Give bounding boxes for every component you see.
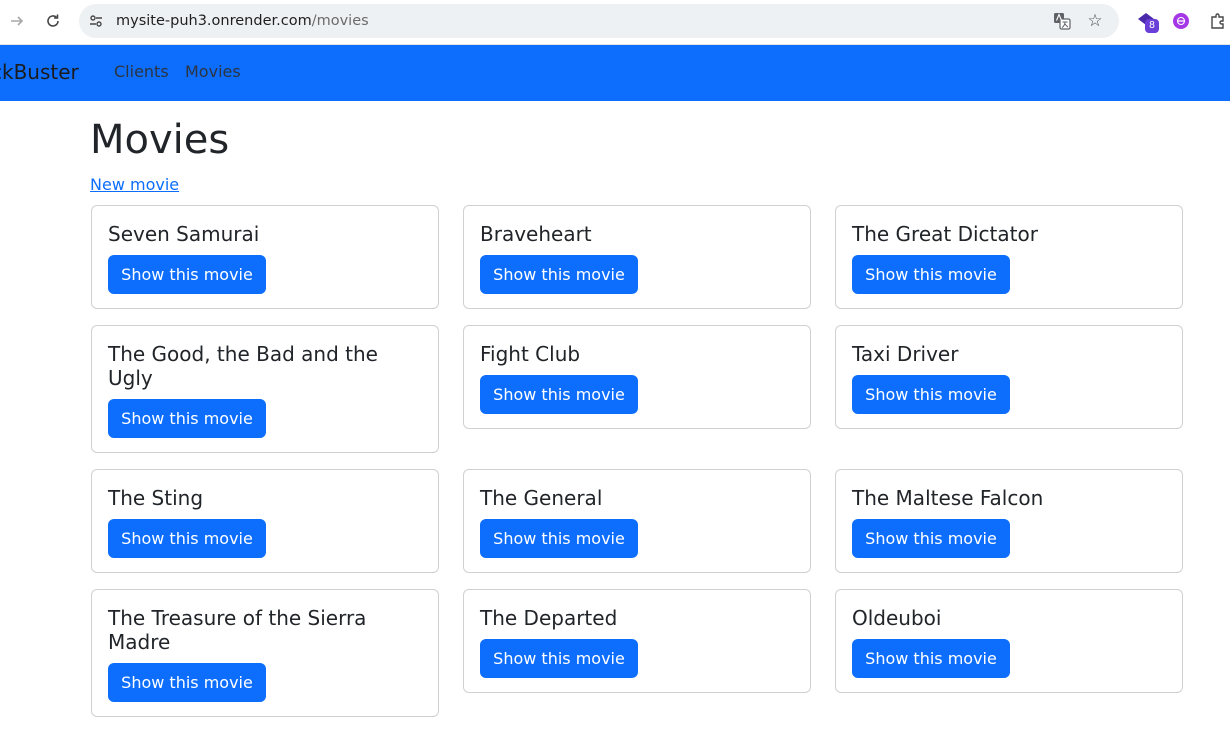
movie-title: The General: [480, 486, 603, 510]
movie-title: Oldeuboi: [852, 606, 942, 630]
nav-link-clients[interactable]: Clients: [114, 62, 169, 82]
show-movie-button[interactable]: Show this movie: [852, 375, 1010, 414]
browser-toolbar: mysite-puh3.onrender.com/movies ☆ 8: [0, 0, 1230, 45]
show-movie-button[interactable]: Show this movie: [108, 519, 266, 558]
url-text: mysite-puh3.onrender.com/movies: [116, 11, 369, 31]
show-movie-button[interactable]: Show this movie: [480, 255, 638, 294]
translate-icon[interactable]: [1053, 12, 1071, 30]
movie-card: The Great Dictator Show this movie: [835, 205, 1183, 309]
movie-title: The Good, the Bad and the Ugly: [108, 342, 378, 390]
movie-card: The General Show this movie: [463, 469, 811, 573]
star-icon[interactable]: ☆: [1085, 11, 1105, 31]
show-movie-button[interactable]: Show this movie: [852, 519, 1010, 558]
movie-card: The Maltese Falcon Show this movie: [835, 469, 1183, 573]
back-arrow-icon[interactable]: [5, 9, 29, 33]
url-path: /movies: [311, 13, 369, 29]
movie-title: Taxi Driver: [852, 342, 959, 366]
movie-card: Seven Samurai Show this movie: [91, 205, 439, 309]
site-info-icon[interactable]: [87, 12, 105, 30]
app-navbar: ckBuster Clients Movies: [0, 45, 1230, 101]
movie-card: Braveheart Show this movie: [463, 205, 811, 309]
movie-title: The Maltese Falcon: [852, 486, 1044, 510]
movie-card: The Treasure of the Sierra Madre Show th…: [91, 589, 439, 717]
movie-title: Seven Samurai: [108, 222, 260, 246]
show-movie-button[interactable]: Show this movie: [480, 639, 638, 678]
movie-title: The Treasure of the Sierra Madre: [108, 606, 367, 654]
movie-card: The Good, the Bad and the Ugly Show this…: [91, 325, 439, 453]
extension-icon[interactable]: 8: [1135, 10, 1159, 33]
movie-title: The Sting: [108, 486, 204, 510]
movie-card: Oldeuboi Show this movie: [835, 589, 1183, 693]
url-host: mysite-puh3.onrender.com: [116, 13, 312, 29]
movie-card: The Departed Show this movie: [463, 589, 811, 693]
movie-title: The Departed: [480, 606, 618, 630]
brand-logo-text[interactable]: ckBuster: [0, 60, 79, 84]
show-movie-button[interactable]: Show this movie: [108, 663, 266, 702]
show-movie-button[interactable]: Show this movie: [108, 399, 266, 438]
puzzle-icon[interactable]: [1207, 10, 1229, 32]
new-movie-link[interactable]: New movie: [90, 175, 179, 195]
movie-card: Fight Club Show this movie: [463, 325, 811, 429]
movie-card: The Sting Show this movie: [91, 469, 439, 573]
address-bar[interactable]: mysite-puh3.onrender.com/movies ☆: [79, 4, 1119, 38]
nav-link-movies[interactable]: Movies: [185, 62, 241, 82]
page-title: Movies: [90, 117, 230, 163]
show-movie-button[interactable]: Show this movie: [852, 255, 1010, 294]
movie-card: Taxi Driver Show this movie: [835, 325, 1183, 429]
show-movie-button[interactable]: Show this movie: [108, 255, 266, 294]
movie-title: Braveheart: [480, 222, 592, 246]
reload-icon[interactable]: [41, 9, 65, 33]
show-movie-button[interactable]: Show this movie: [852, 639, 1010, 678]
movie-title: The Great Dictator: [852, 222, 1038, 246]
extension-icon[interactable]: [1170, 10, 1192, 32]
movie-title: Fight Club: [480, 342, 581, 366]
show-movie-button[interactable]: Show this movie: [480, 375, 638, 414]
extension-badge: 8: [1145, 19, 1159, 33]
show-movie-button[interactable]: Show this movie: [480, 519, 638, 558]
